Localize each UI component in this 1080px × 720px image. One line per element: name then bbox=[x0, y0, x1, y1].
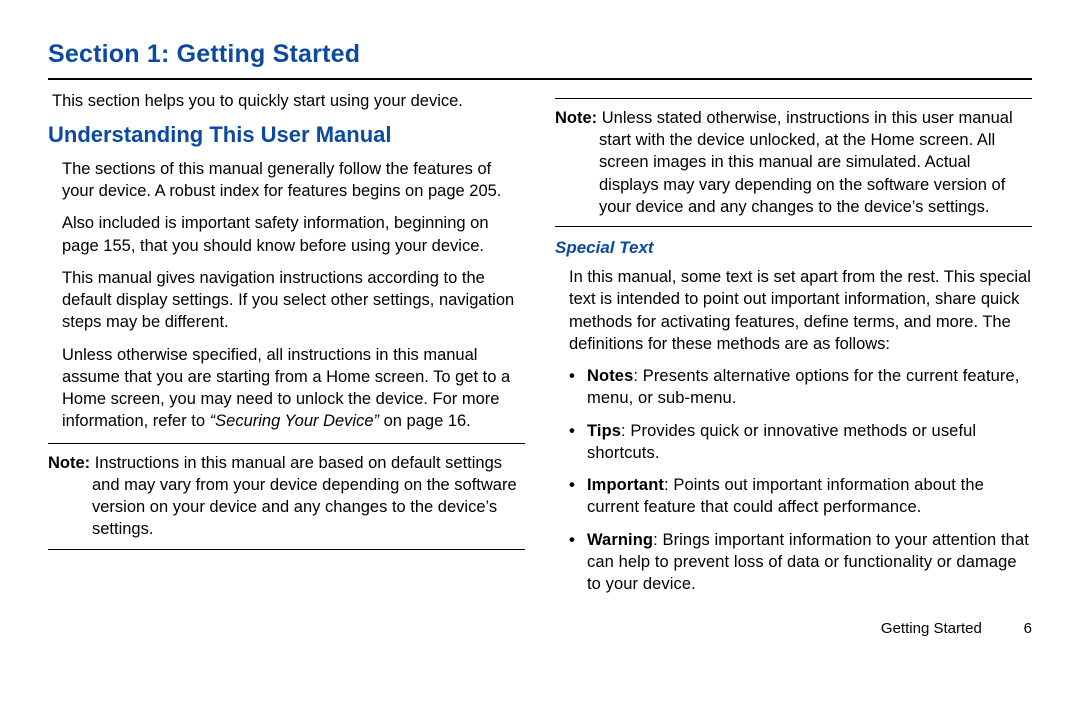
note-text-rest: and may vary from your device depending … bbox=[92, 474, 525, 541]
note-divider-bottom-right bbox=[555, 226, 1032, 227]
bullet-label-important: Important bbox=[587, 476, 664, 494]
bullet-text-tips: : Provides quick or innovative methods o… bbox=[587, 422, 976, 462]
note-divider-top-right bbox=[555, 98, 1032, 99]
list-item: Notes: Presents alternative options for … bbox=[569, 365, 1032, 410]
bullet-text-warning: : Brings important information to your a… bbox=[587, 531, 1029, 594]
bullet-label-warning: Warning bbox=[587, 531, 653, 549]
right-column: Note: Unless stated otherwise, instructi… bbox=[555, 90, 1032, 606]
note-text-first-line: Instructions in this manual are based on… bbox=[95, 454, 502, 472]
left-column: This section helps you to quickly start … bbox=[48, 90, 525, 606]
intro-paragraph: This section helps you to quickly start … bbox=[52, 90, 525, 112]
bullet-label-notes: Notes bbox=[587, 367, 633, 385]
note2-text-rest: start with the device unlocked, at the H… bbox=[599, 129, 1032, 218]
special-text-heading: Special Text bbox=[555, 237, 1032, 260]
note2-text-first-line: Unless stated otherwise, instructions in… bbox=[602, 109, 1013, 127]
para-3: This manual gives navigation instruction… bbox=[62, 267, 525, 334]
special-text-intro: In this manual, some text is set apart f… bbox=[569, 266, 1032, 355]
special-text-list: Notes: Presents alternative options for … bbox=[569, 365, 1032, 595]
note-label: Note: bbox=[48, 454, 90, 472]
para-2: Also included is important safety inform… bbox=[62, 212, 525, 257]
bullet-text-notes: : Presents alternative options for the c… bbox=[587, 367, 1019, 407]
list-item: Important: Points out important informat… bbox=[569, 474, 1032, 519]
title-underline bbox=[48, 78, 1032, 80]
list-item: Warning: Brings important information to… bbox=[569, 529, 1032, 596]
note-divider-bottom-left bbox=[48, 549, 525, 550]
para-4: Unless otherwise specified, all instruct… bbox=[62, 344, 525, 433]
note-label-2: Note: bbox=[555, 109, 597, 127]
para-1: The sections of this manual generally fo… bbox=[62, 158, 525, 203]
para-4-b: on page 16. bbox=[379, 412, 471, 430]
list-item: Tips: Provides quick or innovative metho… bbox=[569, 420, 1032, 465]
securing-your-device-ref: “Securing Your Device” bbox=[210, 412, 379, 430]
section-title: Section 1: Getting Started bbox=[48, 38, 1032, 72]
two-column-layout: This section helps you to quickly start … bbox=[48, 90, 1032, 606]
note-default-settings: Note: Instructions in this manual are ba… bbox=[48, 452, 525, 541]
understanding-heading: Understanding This User Manual bbox=[48, 120, 525, 150]
footer-section-name: Getting Started bbox=[881, 620, 982, 637]
note-home-screen: Note: Unless stated otherwise, instructi… bbox=[555, 107, 1032, 218]
bullet-label-tips: Tips bbox=[587, 422, 621, 440]
note-divider-top-left bbox=[48, 443, 525, 444]
page-footer: Getting Started 6 bbox=[48, 619, 1032, 639]
footer-page-number: 6 bbox=[1004, 619, 1032, 639]
